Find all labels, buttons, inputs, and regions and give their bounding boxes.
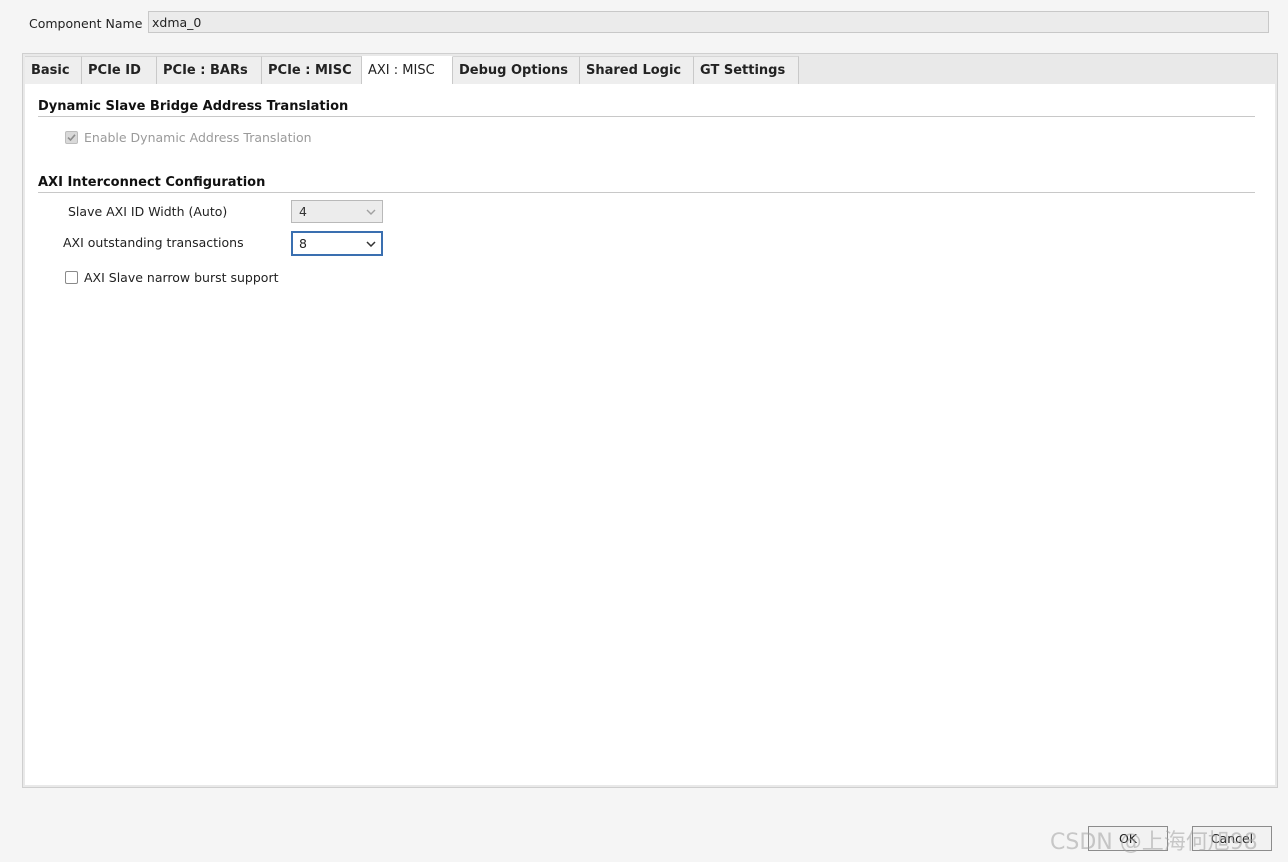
- ip-customization-dialog: Component Name Basic PCIe ID PCIe : BARs…: [0, 0, 1288, 862]
- outstanding-transactions-label: AXI outstanding transactions: [63, 235, 244, 250]
- outstanding-transactions-value: 8: [299, 236, 307, 251]
- tab-pcie-id[interactable]: PCIe ID: [82, 56, 157, 84]
- tab-content-axi-misc: Dynamic Slave Bridge Address Translation…: [25, 84, 1275, 785]
- axi-section-title: AXI Interconnect Configuration: [38, 175, 266, 190]
- component-name-label: Component Name: [29, 15, 143, 31]
- narrow-burst-row: AXI Slave narrow burst support: [65, 270, 279, 285]
- tab-pcie-bars[interactable]: PCIe : BARs: [157, 56, 262, 84]
- slave-id-width-select[interactable]: 4: [291, 200, 383, 223]
- tab-panel: Basic PCIe ID PCIe : BARs PCIe : MISC AX…: [22, 53, 1278, 788]
- enable-dynamic-translation-label: Enable Dynamic Address Translation: [84, 130, 312, 145]
- section-divider: [38, 192, 1255, 193]
- ok-button[interactable]: OK: [1088, 826, 1168, 851]
- dynamic-section-title: Dynamic Slave Bridge Address Translation: [38, 99, 349, 114]
- enable-dynamic-translation-checkbox[interactable]: [65, 131, 78, 144]
- tab-gt-settings[interactable]: GT Settings: [694, 56, 799, 84]
- component-name-input[interactable]: [148, 11, 1269, 33]
- chevron-down-icon: [366, 209, 376, 215]
- narrow-burst-checkbox[interactable]: [65, 271, 78, 284]
- tab-axi-misc[interactable]: AXI : MISC: [362, 56, 453, 84]
- component-name-row: Component Name: [29, 11, 149, 35]
- cancel-button[interactable]: Cancel: [1192, 826, 1272, 851]
- check-icon: [67, 134, 76, 142]
- narrow-burst-label: AXI Slave narrow burst support: [84, 270, 279, 285]
- tab-basic[interactable]: Basic: [25, 56, 82, 84]
- slave-id-width-value: 4: [299, 204, 307, 219]
- enable-dynamic-translation-row: Enable Dynamic Address Translation: [65, 130, 312, 145]
- tab-pcie-misc[interactable]: PCIe : MISC: [262, 56, 362, 84]
- tab-bar: Basic PCIe ID PCIe : BARs PCIe : MISC AX…: [25, 56, 799, 84]
- section-divider: [38, 116, 1255, 117]
- tab-shared-logic[interactable]: Shared Logic: [580, 56, 694, 84]
- tab-debug-options[interactable]: Debug Options: [453, 56, 580, 84]
- chevron-down-icon: [366, 240, 376, 247]
- outstanding-transactions-select[interactable]: 8: [291, 231, 383, 256]
- slave-id-width-label: Slave AXI ID Width (Auto): [68, 204, 228, 219]
